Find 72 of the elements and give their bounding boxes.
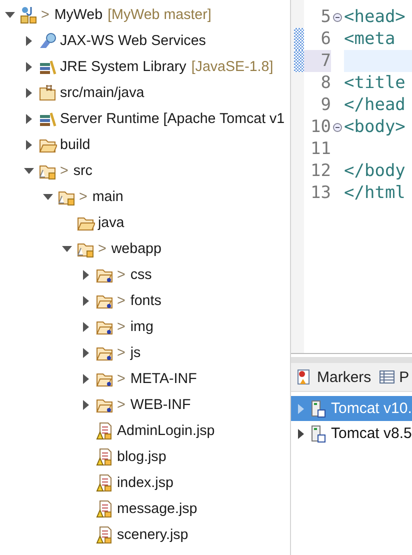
- git-change-marker: >: [79, 189, 88, 205]
- server-icon: [310, 424, 326, 442]
- tree-item-label[interactable]: WEB-INF: [130, 397, 191, 413]
- tree-item-label[interactable]: build: [60, 137, 90, 153]
- line-number: 5: [320, 6, 331, 28]
- view-tab[interactable]: P: [379, 368, 410, 386]
- collapsed-arrow-icon[interactable]: [24, 114, 34, 124]
- tree-item-label[interactable]: MyWeb: [54, 7, 103, 23]
- git-change-marker: >: [117, 319, 126, 335]
- tree-item-label[interactable]: js: [130, 345, 141, 361]
- tree-item-label[interactable]: JAX-WS Web Services: [60, 33, 206, 49]
- collapsed-arrow-icon[interactable]: [81, 322, 91, 332]
- tree-item-label[interactable]: JRE System Library: [60, 59, 186, 75]
- collapsed-arrow-icon[interactable]: [81, 296, 91, 306]
- tree-item-label[interactable]: scenery.jsp: [117, 527, 188, 543]
- line-number: 13: [310, 182, 331, 204]
- tree-item-label[interactable]: java: [98, 215, 124, 231]
- tree-item-label[interactable]: message.jsp: [117, 501, 198, 517]
- tree-item-label[interactable]: index.jsp: [117, 475, 174, 491]
- git-change-marker: >: [117, 345, 126, 361]
- tree-item-label[interactable]: fonts: [130, 293, 162, 309]
- collapsed-arrow-icon[interactable]: [297, 428, 305, 438]
- git-change-marker: >: [117, 397, 126, 413]
- tree-item-label[interactable]: Server Runtime [Apache Tomcat v1: [60, 111, 285, 127]
- expanded-arrow-icon[interactable]: [24, 166, 34, 176]
- line-number: 6: [320, 28, 331, 50]
- tree-item-label[interactable]: img: [130, 319, 154, 335]
- code-line: </html: [344, 182, 406, 204]
- server-icon: [310, 400, 326, 418]
- line-number: 12: [310, 160, 331, 182]
- tree-item-label[interactable]: src: [73, 163, 92, 179]
- code-line: <head>: [344, 6, 406, 28]
- git-change-marker: >: [41, 7, 50, 23]
- line-number: 10: [310, 116, 331, 138]
- code-line: <meta: [344, 28, 396, 50]
- tree-item-label[interactable]: src/main/java: [60, 85, 144, 101]
- expanded-arrow-icon[interactable]: [5, 10, 15, 20]
- tree-item-label[interactable]: blog.jsp: [117, 449, 166, 465]
- tree-item-label[interactable]: webapp: [111, 241, 162, 257]
- git-change-marker: >: [60, 163, 68, 179]
- git-change-marker: >: [117, 371, 126, 387]
- collapsed-arrow-icon[interactable]: [81, 400, 91, 410]
- collapsed-arrow-icon[interactable]: [81, 270, 91, 280]
- collapsed-arrow-icon[interactable]: [81, 348, 91, 358]
- code-line: <body>: [344, 116, 406, 138]
- collapsed-arrow-icon[interactable]: [24, 88, 34, 98]
- git-change-marker: >: [98, 241, 106, 257]
- expanded-arrow-icon[interactable]: [62, 244, 72, 254]
- tree-item-label[interactable]: META-INF: [130, 371, 197, 387]
- collapsed-arrow-icon[interactable]: [24, 62, 34, 72]
- collapsed-arrow-icon[interactable]: [24, 140, 34, 150]
- tree-item-decoration: [JavaSE-1.8]: [191, 59, 274, 75]
- git-change-marker: >: [117, 293, 126, 309]
- server-row[interactable]: Tomcat v8.5: [291, 421, 412, 446]
- code-line: </head: [344, 94, 406, 116]
- view-tab[interactable]: Markers: [297, 368, 372, 386]
- tree-item-label[interactable]: css: [130, 267, 152, 283]
- code-line: <title: [344, 72, 406, 94]
- git-change-marker: >: [117, 267, 126, 283]
- collapsed-arrow-icon[interactable]: [81, 374, 91, 384]
- tree-item-decoration: [MyWeb master]: [108, 7, 212, 23]
- tree-item-label[interactable]: AdminLogin.jsp: [117, 423, 215, 439]
- tree-item-label[interactable]: main: [92, 189, 124, 205]
- line-number: 7: [304, 50, 331, 72]
- code-line: </body: [344, 160, 406, 182]
- line-number: 8: [320, 72, 331, 94]
- line-number: 9: [320, 94, 331, 116]
- line-number: 11: [310, 138, 331, 160]
- fold-icon[interactable]: [333, 12, 342, 22]
- expanded-arrow-icon[interactable]: [43, 192, 53, 202]
- fold-icon[interactable]: [333, 122, 342, 132]
- collapsed-arrow-icon[interactable]: [24, 36, 34, 46]
